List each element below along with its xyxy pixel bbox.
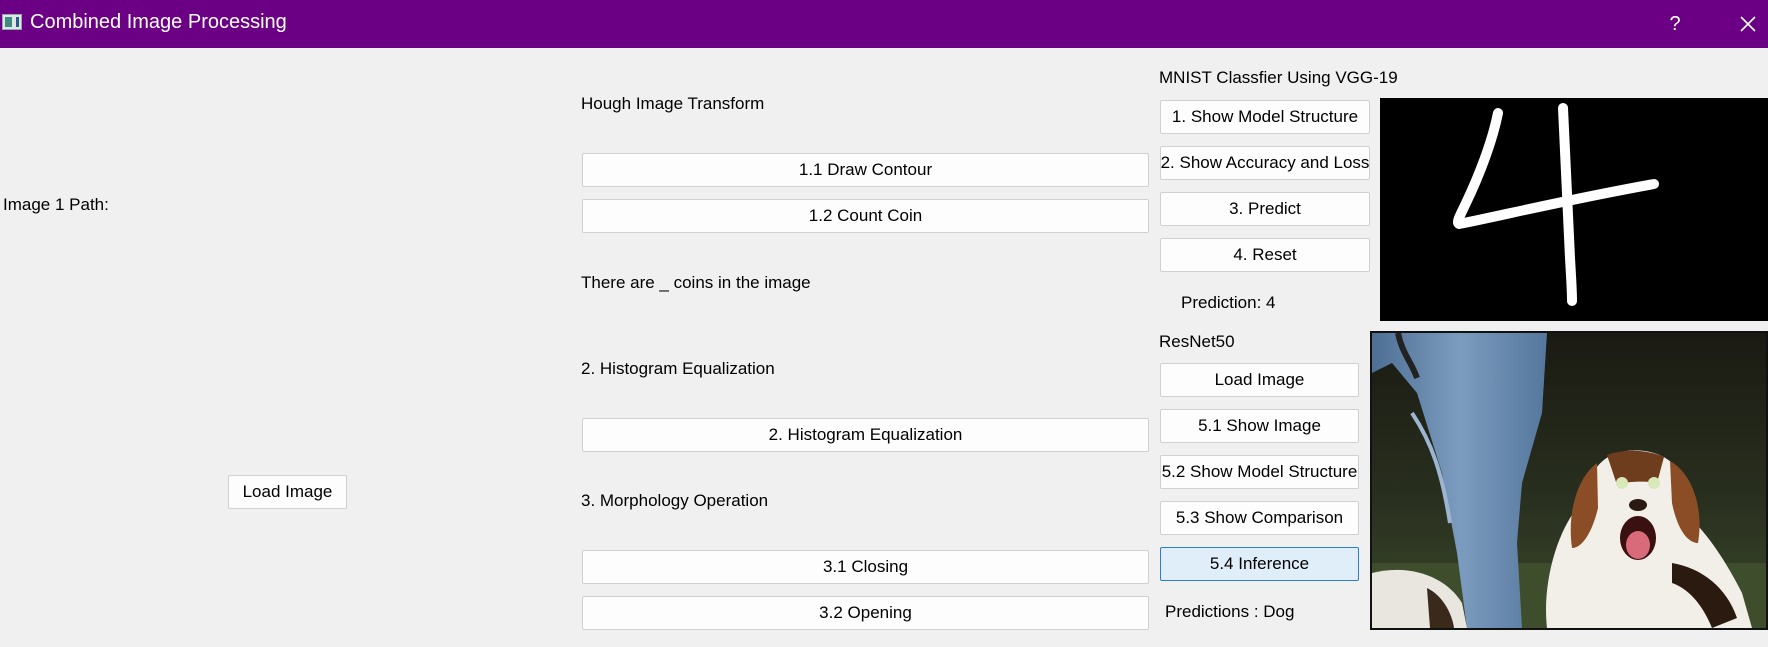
image-path-label: Image 1 Path: — [3, 195, 109, 214]
closing-button[interactable]: 3.1 Closing — [582, 550, 1149, 584]
resnet-prediction-label: Predictions : Dog — [1165, 602, 1295, 621]
resnet-section-title: ResNet50 — [1159, 332, 1235, 351]
title-bar: Combined Image Processing ? — [0, 0, 1768, 48]
mnist-drawing-canvas[interactable] — [1380, 98, 1768, 321]
mnist-section-title: MNIST Classfier Using VGG-19 — [1159, 68, 1398, 87]
inference-button[interactable]: 5.4 Inference — [1160, 547, 1359, 581]
histogram-equalization-button[interactable]: 2. Histogram Equalization — [582, 418, 1149, 452]
handwritten-digit-drawing — [1453, 103, 1659, 306]
show-accuracy-loss-button[interactable]: 2. Show Accuracy and Loss — [1160, 146, 1370, 180]
opening-button[interactable]: 3.2 Opening — [582, 596, 1149, 630]
histogram-section-title: 2. Histogram Equalization — [581, 359, 775, 378]
reset-button[interactable]: 4. Reset — [1160, 238, 1370, 272]
draw-contour-button[interactable]: 1.1 Draw Contour — [582, 153, 1149, 187]
show-comparison-button[interactable]: 5.3 Show Comparison — [1160, 501, 1359, 535]
show-model-structure-button[interactable]: 1. Show Model Structure — [1160, 100, 1370, 134]
show-image-button[interactable]: 5.1 Show Image — [1160, 409, 1359, 443]
coin-count-result: There are _ coins in the image — [581, 273, 811, 292]
hough-section-title: Hough Image Transform — [581, 94, 765, 113]
resnet-show-model-structure-button[interactable]: 5.2 Show Model Structure — [1160, 455, 1359, 489]
close-icon — [1740, 16, 1756, 32]
inference-image-view — [1370, 331, 1768, 630]
resnet-load-image-button[interactable]: Load Image — [1160, 363, 1359, 397]
window-title: Combined Image Processing — [30, 11, 287, 33]
left-load-image-button[interactable]: Load Image — [228, 475, 347, 509]
count-coin-button[interactable]: 1.2 Count Coin — [582, 199, 1149, 233]
app-icon — [2, 14, 22, 30]
dog-photo — [1372, 333, 1766, 628]
close-button[interactable] — [1730, 10, 1766, 38]
help-button[interactable]: ? — [1657, 10, 1693, 38]
morphology-section-title: 3. Morphology Operation — [581, 491, 769, 510]
predict-button[interactable]: 3. Predict — [1160, 192, 1370, 226]
mnist-prediction-label: Prediction: 4 — [1181, 293, 1276, 312]
